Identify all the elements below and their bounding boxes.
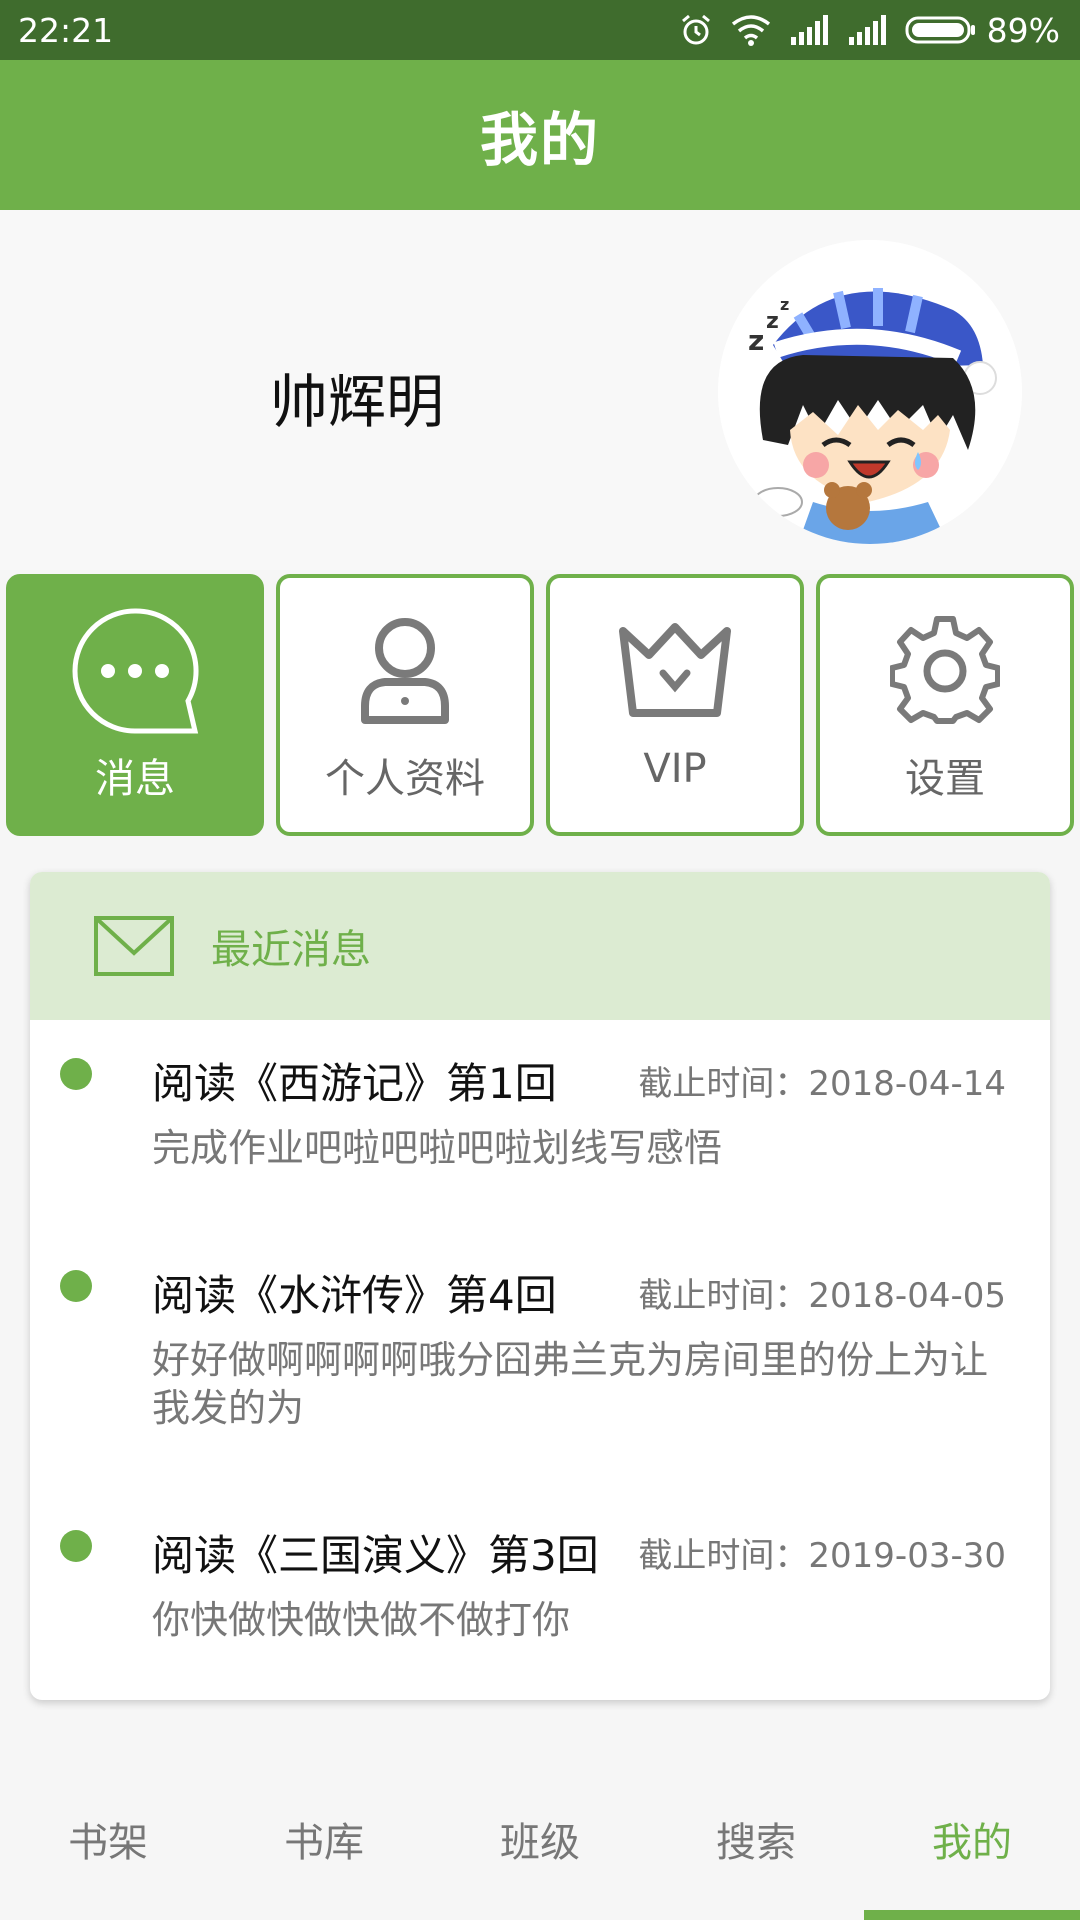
nav-class[interactable]: 班级 bbox=[432, 1810, 648, 1868]
battery-percent: 89% bbox=[986, 10, 1060, 50]
signal-icon bbox=[790, 15, 828, 45]
nav-library[interactable]: 书库 bbox=[216, 1810, 432, 1868]
message-title: 阅读《三国演义》第3回 bbox=[152, 1531, 599, 1580]
message-title: 阅读《水浒传》第4回 bbox=[152, 1271, 557, 1320]
status-time: 22:21 bbox=[18, 10, 114, 50]
card-header: 最近消息 bbox=[30, 872, 1050, 1020]
battery: 89% bbox=[905, 11, 1060, 50]
tile-settings-label: 设置 bbox=[905, 756, 985, 802]
message-item[interactable]: 阅读《西游记》第1回 截止时间：2018-04-14 完成作业吧啦吧啦吧啦划线写… bbox=[30, 1020, 1050, 1220]
tile-vip[interactable]: VIP bbox=[546, 574, 804, 836]
page-title: 我的 bbox=[479, 106, 600, 174]
svg-text:z: z bbox=[766, 309, 779, 334]
svg-text:z: z bbox=[780, 295, 789, 314]
app-bar: 我的 bbox=[0, 60, 1080, 210]
unread-dot bbox=[60, 1058, 92, 1090]
crown-icon bbox=[619, 623, 731, 717]
tile-messages-label: 消息 bbox=[95, 756, 175, 802]
wifi-icon bbox=[731, 15, 770, 46]
message-body: 完成作业吧啦吧啦吧啦划线写感悟 bbox=[152, 1126, 723, 1170]
tile-settings[interactable]: 设置 bbox=[816, 574, 1074, 836]
alarm-icon bbox=[681, 14, 710, 45]
message-deadline: 截止时间：2018-04-14 bbox=[638, 1064, 1006, 1104]
status-icons: 89% bbox=[679, 11, 1060, 50]
tile-profile-label: 个人资料 bbox=[325, 756, 485, 802]
menu-tiles: 消息 个人资料 VIP 设置 bbox=[0, 574, 1080, 840]
nav-search[interactable]: 搜索 bbox=[648, 1810, 864, 1868]
message-item[interactable]: 阅读《三国演义》第3回 截止时间：2019-03-30 你快做快做快做不做打你 bbox=[30, 1490, 1050, 1690]
message-item[interactable]: 阅读《水浒传》第4回 截止时间：2018-04-05 好好做啊啊啊啊哦分囧弗兰克… bbox=[30, 1230, 1050, 1490]
svg-text:z: z bbox=[748, 324, 764, 357]
battery-icon bbox=[905, 16, 975, 44]
tile-vip-label: VIP bbox=[643, 746, 707, 792]
gear-icon bbox=[890, 616, 1000, 724]
mail-icon bbox=[94, 916, 174, 976]
status-bar: 22:21 89% bbox=[0, 0, 1080, 60]
nav-bookshelf[interactable]: 书架 bbox=[0, 1810, 216, 1868]
message-body: 好好做啊啊啊啊哦分囧弗兰克为房间里的份上为让我发的为 bbox=[152, 1338, 989, 1430]
bottom-nav: 书架 书库 班级 搜索 我的 bbox=[0, 1770, 1080, 1920]
signal-icon bbox=[848, 15, 886, 45]
recent-messages-card: 最近消息 阅读《西游记》第1回 截止时间：2018-04-14 完成作业吧啦吧啦… bbox=[30, 872, 1050, 1700]
tile-messages[interactable]: 消息 bbox=[6, 574, 264, 836]
unread-dot bbox=[60, 1530, 92, 1562]
nav-mine[interactable]: 我的 bbox=[864, 1810, 1080, 1868]
message-body: 你快做快做快做不做打你 bbox=[152, 1598, 571, 1642]
card-title: 最近消息 bbox=[211, 927, 371, 973]
nav-active-indicator bbox=[864, 1910, 1080, 1920]
username: 帅辉明 bbox=[270, 368, 445, 436]
unread-dot bbox=[60, 1270, 92, 1302]
person-icon bbox=[361, 618, 449, 724]
message-title: 阅读《西游记》第1回 bbox=[152, 1059, 557, 1108]
avatar-image: z z z bbox=[718, 240, 1022, 544]
chat-icon bbox=[72, 608, 199, 734]
message-deadline: 截止时间：2019-03-30 bbox=[638, 1536, 1006, 1576]
message-deadline: 截止时间：2018-04-05 bbox=[638, 1276, 1006, 1316]
avatar[interactable]: z z z bbox=[718, 240, 1022, 544]
tile-profile[interactable]: 个人资料 bbox=[276, 574, 534, 836]
profile-section: 帅辉明 z z z bbox=[0, 210, 1080, 570]
